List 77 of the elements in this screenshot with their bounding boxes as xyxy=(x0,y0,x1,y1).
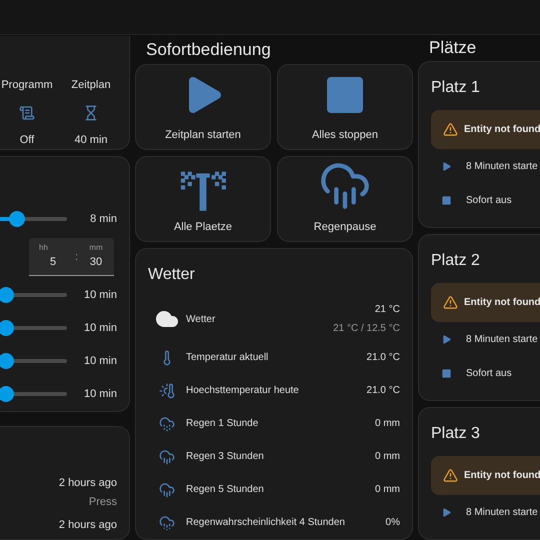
card-title: Platz 2 xyxy=(431,251,481,271)
play-icon xyxy=(441,160,452,172)
warning-icon xyxy=(443,122,458,137)
warning-icon xyxy=(443,468,458,483)
hourglass-icon xyxy=(83,104,99,120)
minutes-value: 30 xyxy=(90,254,102,270)
hours-value: 5 xyxy=(49,254,58,270)
status-value: 40 min xyxy=(74,132,108,148)
weather-label: Regen 5 Stunden xyxy=(186,483,265,497)
section-title: Plätze xyxy=(428,37,478,60)
slider-thumb[interactable] xyxy=(0,353,14,369)
slider-track[interactable] xyxy=(0,287,67,303)
slider-reading: 10 min xyxy=(82,386,117,402)
stop-icon xyxy=(441,368,452,378)
weather-range: 21 °C / 12.5 °C xyxy=(333,322,400,336)
slider-reading: 8 min xyxy=(89,212,117,227)
status-value: Off xyxy=(20,132,34,148)
weather-value: 21.0 °C xyxy=(366,384,400,398)
play-icon xyxy=(441,334,452,344)
minutes-label: mm xyxy=(89,242,103,254)
time-field[interactable]: hh 5 : mm 30 xyxy=(29,238,114,276)
weather-label: Wetter xyxy=(186,312,216,326)
status-label: Programm xyxy=(1,78,53,93)
warning-banner: Entity not found xyxy=(431,110,540,149)
slider-track[interactable] xyxy=(0,320,67,336)
slider-track[interactable] xyxy=(0,386,67,402)
slider-reading: 10 min xyxy=(82,354,117,369)
weather-value: 0 mm xyxy=(375,417,400,431)
place-action[interactable]: Sofort aus xyxy=(431,183,540,217)
action-button[interactable]: Alle Plaetze xyxy=(135,156,271,242)
slider-reading: 10 min xyxy=(82,288,117,303)
weather-label: Regen 1 Stunde xyxy=(186,417,260,431)
weather-value: 21 °C xyxy=(374,303,400,317)
card-title: Platz 1 xyxy=(431,78,481,98)
slider-reading: 10 min xyxy=(82,320,117,336)
hours-label: hh xyxy=(39,242,49,254)
slider-thumb[interactable] xyxy=(0,386,14,402)
slider-track[interactable] xyxy=(0,353,67,369)
place-action[interactable]: 8 Minuten starte xyxy=(431,495,540,529)
stop-icon xyxy=(441,194,452,206)
weather-label: Hoechsttemperatur heute xyxy=(186,384,300,398)
action-button[interactable]: Regenpause xyxy=(277,156,413,242)
action-button[interactable]: Alles stoppen xyxy=(277,64,413,150)
weather-value: 21.0 °C xyxy=(366,351,400,365)
weather-value: 0 mm xyxy=(375,450,400,464)
status-label: Zeitplan xyxy=(71,78,111,93)
play-icon xyxy=(441,506,452,518)
time-separator: : xyxy=(74,250,78,264)
weather-label: Regen 3 Stunden xyxy=(186,450,265,464)
action-button[interactable]: Zeitplan starten xyxy=(135,64,271,150)
rain-cloud-icon xyxy=(159,514,175,530)
weather-value: 0% xyxy=(386,516,400,530)
slider-thumb[interactable] xyxy=(0,320,14,336)
section-title: Sofortbedienung xyxy=(145,38,272,61)
place-action[interactable]: Sofort aus xyxy=(431,356,540,390)
place-action[interactable]: 8 Minuten starte xyxy=(431,149,540,183)
warning-banner: Entity not found xyxy=(431,283,540,322)
thermometer-icon xyxy=(159,382,175,398)
card-title: Platz 3 xyxy=(431,424,481,444)
slider-thumb[interactable] xyxy=(0,287,14,303)
log-time: 2 hours ago xyxy=(58,518,117,532)
place-action[interactable]: 8 Minuten starte xyxy=(431,322,540,356)
log-action: Press xyxy=(88,495,117,510)
slider-track[interactable] xyxy=(0,211,67,227)
warning-banner: Entity not found xyxy=(431,456,540,495)
rain-cloud-icon xyxy=(159,482,175,498)
card-title: Wetter xyxy=(148,265,196,285)
script-icon xyxy=(19,104,35,120)
weather-label: Regenwahrscheinlichkeit 4 Stunden xyxy=(186,516,346,530)
rain-cloud-icon xyxy=(159,448,175,464)
warning-icon xyxy=(443,295,458,310)
sprinkler-icon xyxy=(179,170,227,210)
log-time: 2 hours ago xyxy=(58,476,117,490)
weather-label: Temperatur aktuell xyxy=(186,351,270,365)
weather-value: 0 mm xyxy=(375,483,400,497)
slider-thumb[interactable] xyxy=(9,211,26,227)
rain-cloud-icon xyxy=(159,416,175,432)
